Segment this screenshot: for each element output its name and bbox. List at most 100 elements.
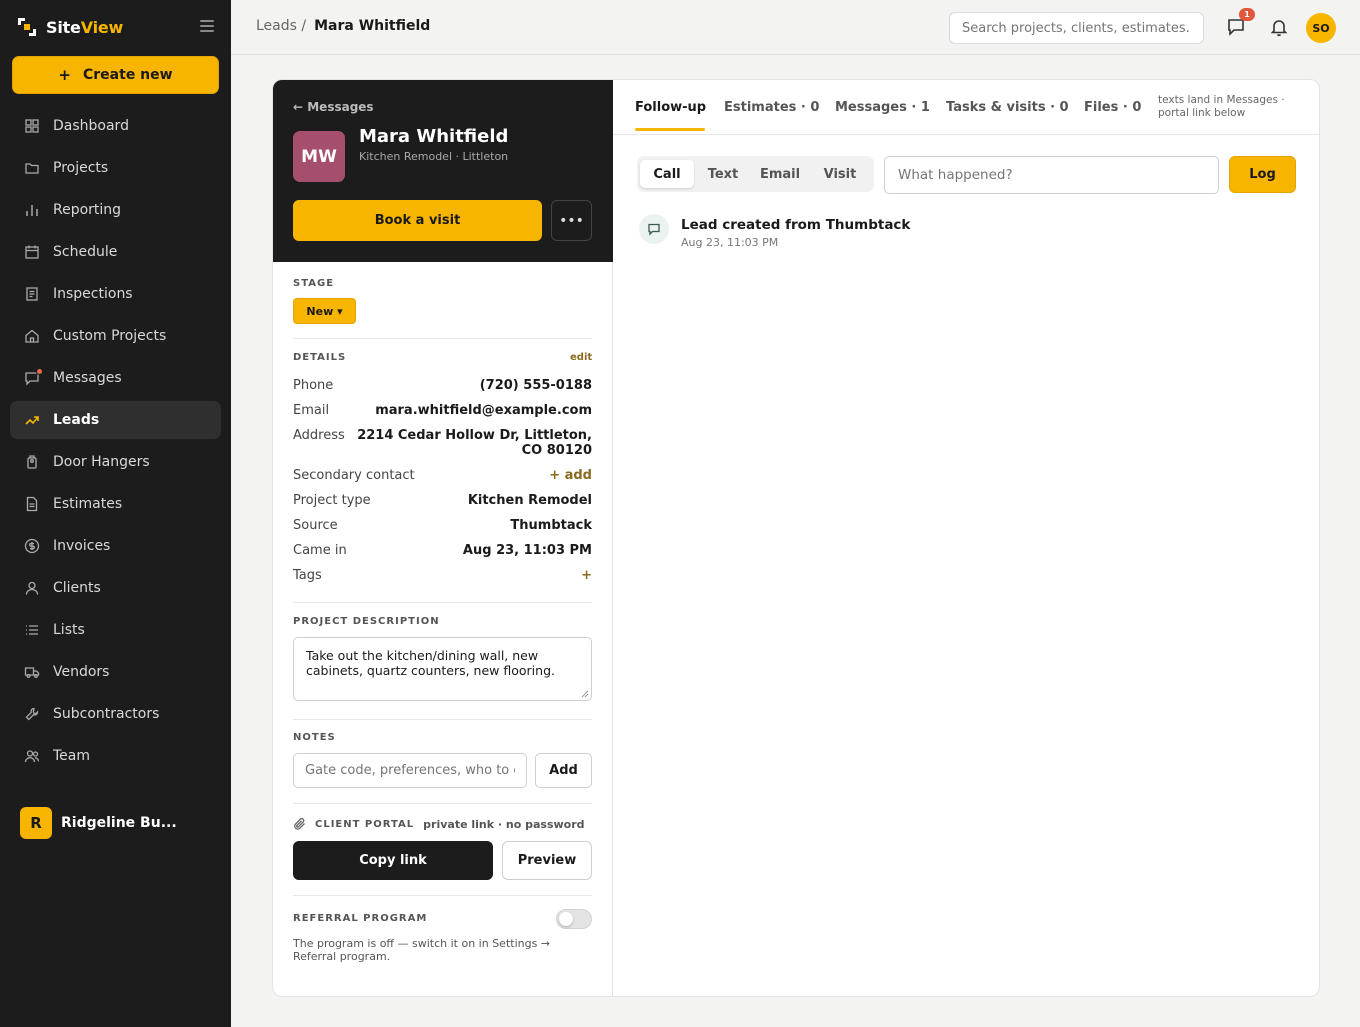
sidebar-item-label: Schedule [53, 244, 118, 260]
sidebar-item-label: Clients [53, 580, 101, 596]
sidebar-item-clients[interactable]: Clients [10, 569, 221, 607]
mode-email[interactable]: Email [752, 160, 808, 188]
sidebar-item-label: Inspections [53, 286, 133, 302]
folder-icon [24, 160, 40, 176]
calendar-icon [24, 244, 40, 260]
phone-label: Phone [293, 378, 334, 393]
tags-label: Tags [293, 568, 322, 583]
breadcrumb-current: Mara Whitfield [314, 18, 431, 34]
resize-grip-icon[interactable] [581, 690, 589, 698]
what-happened-input[interactable] [884, 156, 1219, 194]
event-time: Aug 23, 11:03 PM [681, 236, 779, 249]
sidebar-item-vendors[interactable]: Vendors [10, 653, 221, 691]
project-type-label: Project type [293, 493, 371, 508]
sidebar-item-dashboard[interactable]: Dashboard [10, 107, 221, 145]
referral-help-text: The program is off — switch it on in Set… [293, 937, 551, 963]
book-visit-button[interactable]: Book a visit [293, 200, 542, 241]
add-tag-button[interactable]: + [581, 568, 592, 583]
sidebar-item-custom-projects[interactable]: Custom Projects [10, 317, 221, 355]
client-portal-note: private link · no password [423, 817, 585, 831]
chat-badge: 1 [1239, 8, 1255, 21]
create-new-button[interactable]: + Create new [12, 56, 219, 94]
log-button[interactable]: Log [1229, 156, 1296, 193]
tab-follow-up[interactable]: Follow-up [635, 100, 706, 115]
email-label: Email [293, 403, 330, 418]
sidebar-item-invoices[interactable]: Invoices [10, 527, 221, 565]
project-description-textarea[interactable]: Take out the kitchen/dining wall, new ca… [293, 637, 592, 701]
topbar: Leads / Mara Whitfield 1 SO [231, 0, 1360, 55]
divider [293, 338, 592, 339]
add-secondary-contact-link[interactable]: + add [549, 468, 592, 483]
search-input[interactable] [949, 12, 1204, 44]
sidebar-item-label: Estimates [53, 496, 123, 512]
tab-estimates[interactable]: Estimates · 0 [724, 100, 819, 115]
sidebar-item-label: Dashboard [53, 118, 129, 134]
breadcrumb: Leads / Mara Whitfield [256, 18, 430, 34]
org-switcher[interactable]: R Ridgeline Bu... [20, 807, 177, 839]
breadcrumb-parent[interactable]: Leads / [256, 18, 306, 34]
sidebar-item-reporting[interactable]: Reporting [10, 191, 221, 229]
details-label: DETAILS [293, 352, 347, 363]
tab-messages[interactable]: Messages · 1 [835, 100, 930, 115]
divider [293, 719, 592, 720]
sidebar-item-schedule[interactable]: Schedule [10, 233, 221, 271]
more-options-button[interactable]: ••• [551, 200, 592, 241]
address-line-2: CO 80120 [521, 443, 592, 458]
sidebar-item-lists[interactable]: Lists [10, 611, 221, 649]
sidebar-item-projects[interactable]: Projects [10, 149, 221, 187]
document-icon [24, 286, 40, 302]
back-to-messages-link[interactable]: ← Messages [293, 100, 374, 114]
bell-icon[interactable] [1268, 16, 1290, 38]
activity-tabs: Follow-up Estimates · 0 Messages · 1 Tas… [613, 80, 1319, 135]
came-in-label: Came in [293, 543, 347, 558]
event-title: Lead created from Thumbtack [681, 217, 911, 233]
copy-link-button[interactable]: Copy link [293, 841, 493, 880]
brand[interactable]: SiteView [18, 16, 123, 38]
sidebar-item-label: Projects [53, 160, 109, 176]
sidebar-item-label: Team [53, 748, 91, 764]
client-portal-label: CLIENT PORTAL [315, 818, 415, 830]
tabs-note: texts land in Messages · portal link bel… [1158, 94, 1285, 119]
email-value[interactable]: mara.whitfield@example.com [375, 403, 592, 418]
brand-name: SiteView [46, 17, 124, 37]
sidebar-item-leads[interactable]: Leads [10, 401, 221, 439]
file-icon [24, 496, 40, 512]
sidebar-item-label: Reporting [53, 202, 122, 218]
team-icon [24, 748, 40, 764]
bar-chart-icon [24, 202, 40, 218]
referral-program-label: REFERRAL PROGRAM [293, 913, 428, 924]
referral-toggle[interactable] [556, 909, 592, 929]
sidebar-item-door-hangers[interactable]: Door Hangers [10, 443, 221, 481]
phone-value[interactable]: (720) 555-0188 [480, 378, 592, 393]
mode-text[interactable]: Text [698, 160, 748, 188]
client-portal-header: CLIENT PORTAL private link · no password [293, 817, 585, 831]
preview-button[interactable]: Preview [502, 841, 592, 880]
divider [293, 895, 592, 896]
source-value: Thumbtack [510, 518, 592, 533]
divider [293, 602, 592, 603]
contact-mode-selector: Call Text Email Visit [637, 156, 874, 192]
tab-tasks-visits[interactable]: Tasks & visits · 0 [946, 100, 1069, 115]
sidebar-item-label: Messages [53, 370, 122, 386]
menu-icon[interactable] [200, 20, 214, 32]
sidebar-item-label: Invoices [53, 538, 111, 554]
tab-files[interactable]: Files · 0 [1084, 100, 1141, 115]
source-label: Source [293, 518, 338, 533]
sidebar-item-label: Leads [53, 412, 100, 428]
add-note-button[interactable]: Add [535, 753, 592, 788]
truck-icon [24, 664, 40, 680]
paperclip-icon [294, 817, 305, 830]
user-avatar[interactable]: SO [1306, 13, 1336, 43]
sidebar-item-inspections[interactable]: Inspections [10, 275, 221, 313]
sidebar-item-team[interactable]: Team [10, 737, 221, 775]
sidebar-item-subcontractors[interactable]: Subcontractors [10, 695, 221, 733]
sidebar-item-messages[interactable]: Messages [10, 359, 221, 397]
sidebar-item-estimates[interactable]: Estimates [10, 485, 221, 523]
address-label: Address [293, 428, 345, 443]
mode-visit[interactable]: Visit [812, 160, 868, 188]
stage-dropdown[interactable]: New ▾ [293, 298, 356, 324]
edit-details-link[interactable]: edit [570, 352, 592, 363]
notes-input[interactable] [293, 753, 527, 788]
mode-call[interactable]: Call [640, 160, 694, 188]
tag-icon [24, 454, 40, 470]
